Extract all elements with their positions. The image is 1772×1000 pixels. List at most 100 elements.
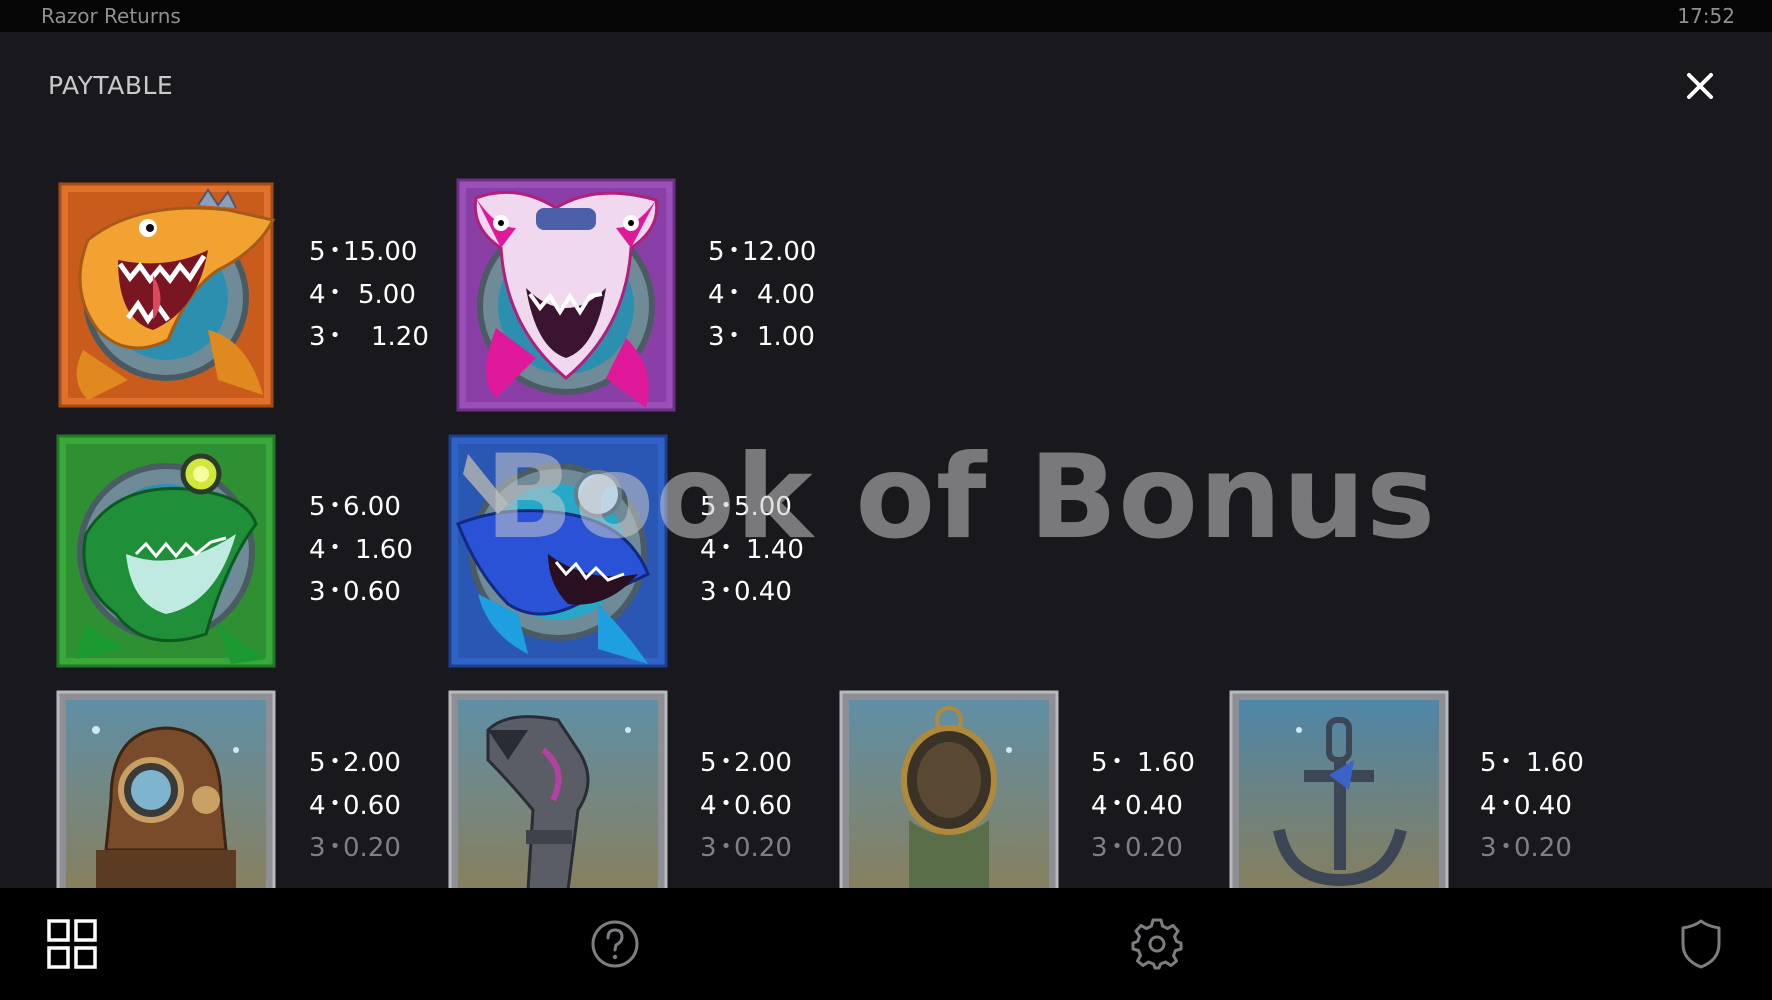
payout-row: 5 • 2.00 — [700, 742, 792, 785]
payout-amount: 0.20 — [1125, 833, 1183, 863]
payout-amount: 0.60 — [343, 577, 401, 607]
payout-amount: 1.60 — [355, 534, 413, 565]
payout-amount: 0.60 — [343, 790, 401, 821]
payout-amount: 0.20 — [343, 833, 401, 863]
symbol-anchor — [1229, 690, 1449, 888]
symbol-diving-helmet — [56, 690, 276, 888]
payout-row: 4 • 4.00 — [708, 274, 816, 317]
payout-row: 4 • 0.40 — [1091, 785, 1195, 828]
payout-row: 4 • 0.60 — [309, 785, 401, 828]
payout-amount: 0.40 — [1514, 790, 1572, 821]
payout-row: 5 • 2.00 — [309, 742, 401, 785]
symbol-count: 4 — [708, 279, 725, 310]
symbol-count: 4 — [700, 790, 717, 821]
payout-list: 5 • 6.00 4 • 1.60 3 • 0.60 — [309, 486, 413, 614]
payout-row: 3 • 0.20 — [309, 827, 401, 870]
symbol-blue-sawshark — [448, 434, 668, 668]
payout-amount: 0.20 — [1514, 833, 1572, 863]
help-button[interactable] — [589, 918, 641, 970]
symbol-pink-hammerhead — [456, 178, 676, 412]
payout-amount: 2.00 — [734, 748, 792, 778]
payout-amount: 0.40 — [1125, 790, 1183, 821]
payout-list: 5 • 15.00 4 • 5.00 3 • 1.20 — [309, 231, 429, 359]
payout-row: 5 • 5.00 — [700, 486, 804, 529]
payout-row: 4 • 1.40 — [700, 529, 804, 572]
symbol-count: 3 — [1480, 833, 1497, 863]
payout-row: 3 • 0.20 — [1480, 827, 1584, 870]
symbol-periscope — [448, 690, 668, 888]
symbol-count: 3 — [309, 577, 326, 607]
symbol-count: 5 — [1480, 748, 1497, 778]
pink-hammerhead-icon — [456, 178, 676, 412]
symbol-count: 3 — [309, 833, 326, 863]
settings-icon — [1131, 918, 1183, 970]
symbol-count: 3 — [700, 577, 717, 607]
payout-row: 4 • 0.60 — [700, 785, 792, 828]
payout-row: 5 • 12.00 — [708, 231, 816, 274]
symbol-compass — [839, 690, 1059, 888]
symbol-count: 4 — [700, 534, 717, 565]
bottom-toolbar — [0, 888, 1772, 1000]
settings-button[interactable] — [1131, 918, 1183, 970]
payout-amount: 6.00 — [343, 492, 401, 522]
payout-list: 5 • 2.00 4 • 0.60 3 • 0.20 — [700, 742, 792, 870]
payout-row: 3 • 1.20 — [309, 316, 429, 359]
anchor-icon — [1229, 690, 1449, 888]
green-shark-icon — [56, 434, 276, 668]
symbol-count: 4 — [1480, 790, 1497, 821]
payout-amount: 0.60 — [734, 790, 792, 821]
close-button[interactable] — [1680, 66, 1720, 106]
payout-amount: 5.00 — [358, 279, 416, 310]
payout-amount: 2.00 — [343, 748, 401, 778]
symbol-count: 5 — [708, 237, 725, 267]
symbol-count: 3 — [700, 833, 717, 863]
paytable-grid: 5 • 15.00 4 • 5.00 3 • 1.20 5 • 12.00 4 • 4.00 3 • 1… — [0, 150, 1772, 888]
payout-amount: 0.40 — [734, 577, 792, 607]
symbol-count: 3 — [708, 322, 725, 352]
payout-row: 3 • 1.00 — [708, 316, 816, 359]
app-title: Razor Returns — [41, 4, 181, 28]
payout-list: 5 • 1.60 4 • 0.40 3 • 0.20 — [1480, 742, 1584, 870]
payout-row: 5 • 1.60 — [1480, 742, 1584, 785]
symbol-count: 5 — [309, 492, 326, 522]
payout-amount: 1.40 — [746, 534, 804, 565]
symbol-count: 5 — [700, 492, 717, 522]
paytable-button[interactable] — [46, 918, 98, 970]
symbol-count: 4 — [309, 790, 326, 821]
payout-amount: 1.60 — [1137, 748, 1195, 778]
payout-row: 5 • 15.00 — [309, 231, 429, 274]
payout-row: 3 • 0.60 — [309, 571, 413, 614]
symbol-count: 5 — [700, 748, 717, 778]
responsible-gaming-button[interactable] — [1675, 918, 1727, 970]
symbol-count: 4 — [1091, 790, 1108, 821]
payout-amount: 1.00 — [757, 322, 815, 352]
symbol-count: 5 — [309, 237, 326, 267]
periscope-icon — [448, 690, 668, 888]
payout-amount: 1.20 — [371, 322, 429, 352]
payout-row: 5 • 1.60 — [1091, 742, 1195, 785]
payout-amount: 1.60 — [1526, 748, 1584, 778]
page-title: PAYTABLE — [48, 71, 174, 100]
orange-shark-icon — [58, 182, 276, 408]
payout-amount: 4.00 — [757, 279, 815, 310]
payout-list: 5 • 5.00 4 • 1.40 3 • 0.40 — [700, 486, 804, 614]
symbol-count: 5 — [309, 748, 326, 778]
close-icon — [1687, 73, 1713, 99]
payout-row: 4 • 1.60 — [309, 529, 413, 572]
blue-sawshark-icon — [448, 434, 668, 668]
clock: 17:52 — [1677, 4, 1735, 28]
status-bar: Razor Returns 17:52 — [0, 0, 1772, 32]
payout-row: 3 • 0.20 — [1091, 827, 1195, 870]
symbol-orange-shark — [58, 180, 284, 408]
help-icon — [591, 920, 639, 968]
diving-helmet-icon — [56, 690, 276, 888]
shield-icon — [1681, 919, 1721, 969]
grid-icon — [47, 919, 97, 969]
symbol-count: 5 — [1091, 748, 1108, 778]
payout-list: 5 • 12.00 4 • 4.00 3 • 1.00 — [708, 231, 816, 359]
payout-list: 5 • 2.00 4 • 0.60 3 • 0.20 — [309, 742, 401, 870]
payout-amount: 5.00 — [734, 492, 792, 522]
payout-amount: 15.00 — [343, 237, 418, 267]
payout-list: 5 • 1.60 4 • 0.40 3 • 0.20 — [1091, 742, 1195, 870]
payout-amount: 0.20 — [734, 833, 792, 863]
